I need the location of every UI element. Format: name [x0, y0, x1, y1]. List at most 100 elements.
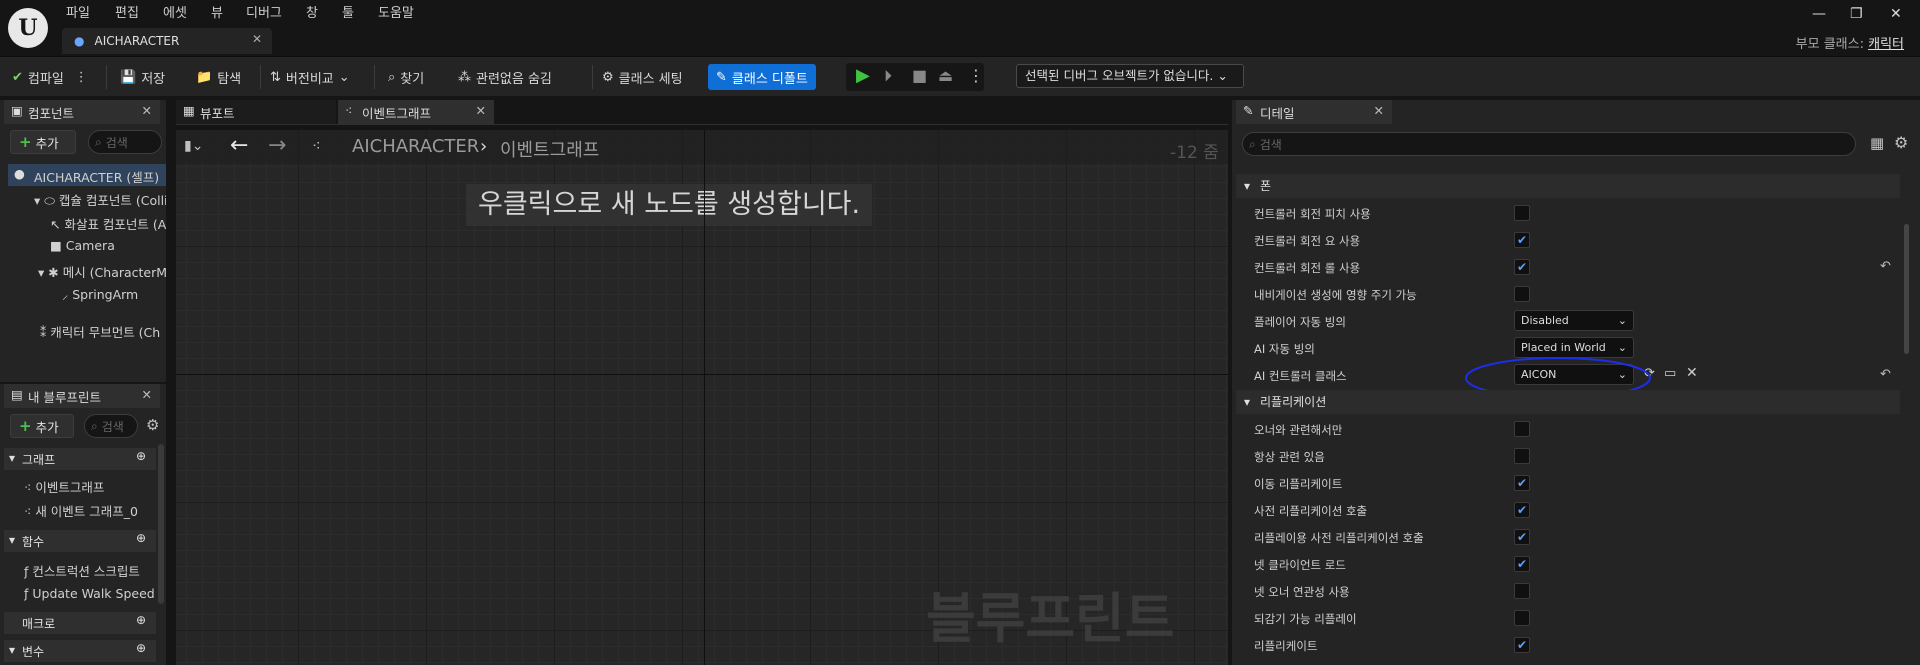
axis-line-horizontal	[176, 374, 1228, 375]
property-checkbox[interactable]	[1514, 610, 1530, 626]
close-icon[interactable]: ✕	[476, 103, 486, 118]
scrollbar[interactable]	[1904, 224, 1909, 354]
close-icon[interactable]: ✕	[1374, 103, 1384, 118]
close-icon[interactable]: ✕	[252, 32, 262, 46]
property-checkbox[interactable]	[1514, 421, 1530, 437]
property-checkbox[interactable]: ✔	[1514, 232, 1530, 248]
window-close-icon[interactable]: ✕	[1890, 6, 1902, 22]
tree-item-capsule[interactable]: ▾ ⬭ 캡슐 컴포넌트 (Colli	[34, 190, 166, 209]
menu-edit[interactable]: 편집	[115, 2, 139, 21]
tab-components[interactable]: ▣ 컴포넌트 ✕	[4, 100, 160, 124]
more-icon[interactable]: ⋮	[75, 70, 88, 85]
plus-icon: +	[19, 417, 32, 435]
menu-help[interactable]: 도움말	[378, 2, 414, 21]
add-component-button[interactable]: + 추가	[10, 130, 76, 154]
reset-to-default-icon[interactable]: ↶	[1880, 259, 1891, 274]
parent-class-link[interactable]: 캐릭터	[1868, 37, 1904, 52]
tree-item-mesh[interactable]: ▾ ✱ 메시 (CharacterM	[38, 262, 166, 281]
my-blueprint-panel: ▤ 내 블루프린트 ✕ + 추가 ⌕ 검색 ⚙ ▾ 그래프 ⊕ ⁖ 이벤트그래프 ⁖ 새…	[0, 384, 166, 665]
hide-unrelated-button[interactable]: ⁂ 관련없음 숨김	[458, 64, 552, 90]
component-search-input[interactable]: ⌕ 검색	[88, 130, 162, 154]
eject-icon[interactable]: ⏏	[938, 66, 953, 85]
tab-my-blueprint[interactable]: ▤ 내 블루프린트 ✕	[4, 384, 160, 408]
list-item[interactable]: ⁖ 이벤트그래프	[24, 477, 154, 496]
close-icon[interactable]: ✕	[142, 103, 152, 118]
blueprint-search-input[interactable]: ⌕ 검색	[84, 414, 138, 438]
clear-icon[interactable]: ✕	[1686, 365, 1698, 381]
property-checkbox[interactable]	[1514, 205, 1530, 221]
section-variables[interactable]: ▾ 변수 ⊕	[4, 640, 156, 662]
property-checkbox[interactable]: ✔	[1514, 529, 1530, 545]
category-pawn[interactable]: ▾ 폰	[1236, 174, 1900, 198]
section-functions[interactable]: ▾ 함수 ⊕	[4, 530, 156, 552]
property-checkbox[interactable]	[1514, 448, 1530, 464]
menu-debug[interactable]: 디버그	[246, 2, 282, 21]
menu-tools[interactable]: 툴	[342, 2, 354, 21]
property-checkbox[interactable]	[1514, 583, 1530, 599]
forward-arrow-icon[interactable]: →	[268, 133, 286, 158]
tree-item-self[interactable]: ● AICHARACTER (셀프)	[8, 164, 166, 186]
event-graph-canvas[interactable]: ▮⌄ ← → ⁖ AICHARACTER › 이벤트그래프 -12 줌 우클릭으…	[176, 130, 1228, 665]
property-checkbox[interactable]	[1514, 286, 1530, 302]
tree-item-arrow[interactable]: ↖ 화살표 컴포넌트 (A	[50, 214, 166, 233]
tab-viewport[interactable]: ▦ 뷰포트	[176, 100, 336, 124]
menu-view[interactable]: 뷰	[211, 2, 223, 21]
property-checkbox[interactable]: ✔	[1514, 556, 1530, 572]
property-checkbox[interactable]: ✔	[1514, 637, 1530, 653]
play-icon[interactable]: ▶	[856, 65, 870, 86]
stop-icon[interactable]: ■	[912, 66, 927, 85]
maximize-icon[interactable]: ❐	[1850, 6, 1863, 22]
list-item[interactable]: ƒ 컨스트럭션 스크립트	[24, 561, 154, 580]
find-button[interactable]: ⌕ 찾기	[388, 64, 424, 90]
minimize-icon[interactable]: —	[1812, 6, 1826, 22]
category-replication[interactable]: ▾ 리플리케이션	[1236, 390, 1900, 414]
open-folder-icon[interactable]: ▭	[1664, 366, 1676, 381]
property-checkbox[interactable]: ✔	[1514, 259, 1530, 275]
more-icon[interactable]: ⋮	[968, 66, 984, 85]
reset-to-default-icon[interactable]: ↶	[1880, 367, 1891, 382]
diff-button[interactable]: ⇅ 버전비교 ⌄	[270, 64, 350, 90]
add-circle-icon[interactable]: ⊕	[136, 531, 146, 545]
breadcrumb-root[interactable]: AICHARACTER	[352, 136, 479, 157]
scrollbar[interactable]	[158, 444, 164, 604]
unreal-logo-icon[interactable]: U	[8, 8, 48, 48]
tab-details[interactable]: ✎ 디테일 ✕	[1236, 100, 1392, 124]
gear-icon[interactable]: ⚙	[146, 416, 159, 434]
bookmark-icon[interactable]: ▮⌄	[184, 138, 203, 154]
close-icon[interactable]: ✕	[142, 387, 152, 402]
step-icon[interactable]: ⏵	[884, 66, 892, 86]
property-label: AI 컨트롤러 클래스	[1254, 369, 1347, 383]
tree-item-springarm[interactable]: ⸝ SpringArm	[62, 286, 166, 303]
add-label: 추가	[35, 135, 59, 151]
add-member-button[interactable]: + 추가	[10, 414, 74, 438]
debug-object-dropdown[interactable]: 선택된 디버그 오브젝트가 없습니다. ⌄	[1016, 64, 1244, 88]
auto-possess-player-dropdown[interactable]: Disabled ⌄	[1514, 310, 1634, 331]
compile-button[interactable]: ✔ 컴파일 ⋮	[12, 64, 88, 90]
tree-item-movement[interactable]: ⁑ 캐릭터 무브먼트 (Ch	[40, 322, 166, 341]
section-macros[interactable]: 매크로 ⊕	[4, 612, 156, 634]
menu-asset[interactable]: 에셋	[163, 2, 187, 21]
tab-event-graph[interactable]: ⁖ 이벤트그래프 ✕	[338, 100, 494, 124]
property-row: 컨트롤러 회전 롤 사용 ✔	[1240, 254, 1900, 280]
property-checkbox[interactable]: ✔	[1514, 502, 1530, 518]
add-circle-icon[interactable]: ⊕	[136, 449, 146, 463]
tab-aicharacter[interactable]: ● AICHARACTER ✕	[62, 28, 272, 54]
back-arrow-icon[interactable]: ←	[230, 133, 248, 158]
list-item[interactable]: ƒ Update Walk Speed	[24, 586, 154, 601]
menu-window[interactable]: 창	[306, 2, 318, 21]
menu-file[interactable]: 파일	[66, 2, 90, 21]
gear-icon[interactable]: ⚙	[1894, 133, 1908, 152]
add-circle-icon[interactable]: ⊕	[136, 613, 146, 627]
section-graphs[interactable]: ▾ 그래프 ⊕	[4, 448, 156, 470]
save-button[interactable]: 💾 저장	[120, 64, 165, 90]
browse-button[interactable]: 📁 탐색	[196, 64, 241, 90]
details-search-input[interactable]: ⌕ 검색	[1242, 132, 1856, 156]
property-checkbox[interactable]: ✔	[1514, 475, 1530, 491]
chevron-down-icon: ▾	[9, 451, 16, 465]
list-item[interactable]: ⁖ 새 이벤트 그래프_0	[24, 501, 154, 520]
class-settings-button[interactable]: ⚙ 클래스 세팅	[602, 64, 683, 90]
table-icon[interactable]: ▦	[1870, 134, 1884, 152]
class-defaults-button[interactable]: ✎ 클래스 디폴트	[708, 64, 816, 90]
tree-item-camera[interactable]: ■ Camera	[50, 238, 166, 253]
add-circle-icon[interactable]: ⊕	[136, 641, 146, 655]
